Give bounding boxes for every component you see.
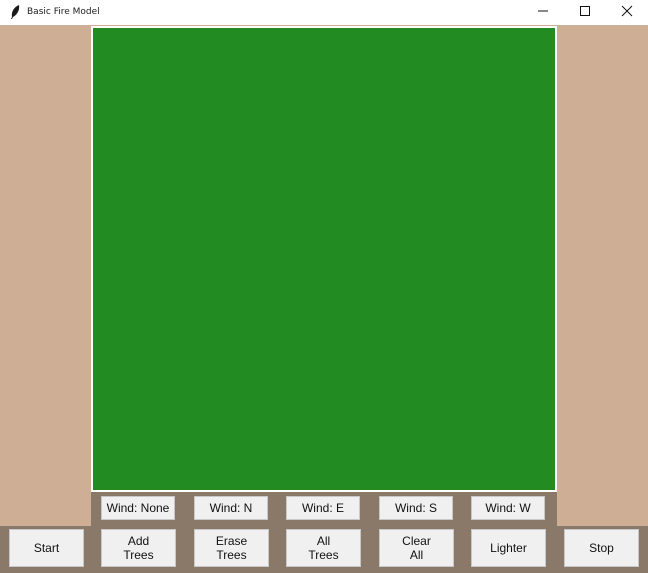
wind-north-button[interactable]: Wind: N: [194, 496, 268, 520]
title-bar: Basic Fire Model: [0, 0, 648, 25]
maximize-button[interactable]: [564, 0, 606, 25]
minimize-icon: [537, 4, 549, 22]
wind-east-button[interactable]: Wind: E: [286, 496, 360, 520]
maximize-icon: [579, 4, 591, 22]
forest-canvas[interactable]: [93, 28, 555, 490]
erase-trees-button[interactable]: Erase Trees: [194, 529, 269, 567]
close-button[interactable]: [606, 0, 648, 25]
start-button[interactable]: Start: [9, 529, 84, 567]
window-title: Basic Fire Model: [27, 7, 100, 17]
minimize-button[interactable]: [522, 0, 564, 25]
wind-none-button[interactable]: Wind: None: [101, 496, 175, 520]
lighter-button[interactable]: Lighter: [471, 529, 546, 567]
feather-icon: [8, 4, 22, 20]
close-icon: [621, 4, 633, 22]
all-trees-button[interactable]: All Trees: [286, 529, 361, 567]
wind-west-button[interactable]: Wind: W: [471, 496, 545, 520]
clear-all-button[interactable]: Clear All: [379, 529, 454, 567]
stop-button[interactable]: Stop: [564, 529, 639, 567]
add-trees-button[interactable]: Add Trees: [101, 529, 176, 567]
wind-south-button[interactable]: Wind: S: [379, 496, 453, 520]
